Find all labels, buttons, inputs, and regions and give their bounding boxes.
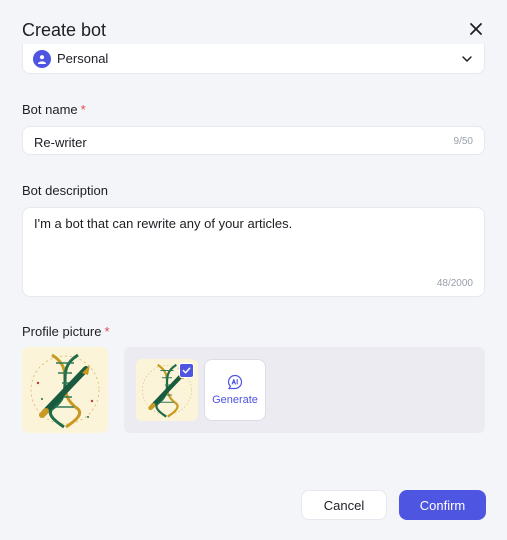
- required-mark: *: [104, 324, 110, 339]
- profile-picture-options: Generate: [124, 347, 485, 433]
- dna-pen-image: [30, 353, 100, 429]
- close-button[interactable]: [465, 18, 487, 40]
- bot-name-label-text: Bot name: [22, 102, 78, 117]
- confirm-button[interactable]: Confirm: [399, 490, 486, 520]
- generate-button[interactable]: Generate: [204, 359, 266, 421]
- dialog-title: Create bot: [22, 20, 107, 40]
- generate-label: Generate: [212, 394, 258, 406]
- close-icon: [470, 23, 482, 35]
- bot-description-label: Bot description: [22, 183, 108, 198]
- create-bot-dialog: Create bot Personal Bot name * Re-writer …: [0, 0, 507, 540]
- ai-sparkle-icon: [227, 374, 243, 390]
- bot-description-textarea[interactable]: I'm a bot that can rewrite any of your a…: [22, 207, 485, 297]
- required-mark: *: [80, 102, 86, 117]
- cancel-button[interactable]: Cancel: [301, 490, 387, 520]
- checkmark-icon: [179, 363, 194, 378]
- profile-picture-preview: [22, 347, 108, 433]
- scope-select[interactable]: Personal: [22, 44, 485, 74]
- profile-picture-label-text: Profile picture: [22, 324, 102, 339]
- bot-name-value: Re-writer: [34, 135, 87, 150]
- bot-name-counter: 9/50: [453, 136, 473, 147]
- bot-description-counter: 48/2000: [436, 278, 473, 289]
- scope-value: Personal: [57, 51, 109, 66]
- user-icon: [33, 49, 51, 68]
- bot-name-input[interactable]: Re-writer 9/50: [22, 126, 485, 155]
- bot-name-label: Bot name *: [22, 102, 86, 117]
- bot-description-value: I'm a bot that can rewrite any of your a…: [34, 216, 293, 231]
- chevron-down-icon: [462, 55, 472, 62]
- profile-picture-label: Profile picture *: [22, 324, 110, 339]
